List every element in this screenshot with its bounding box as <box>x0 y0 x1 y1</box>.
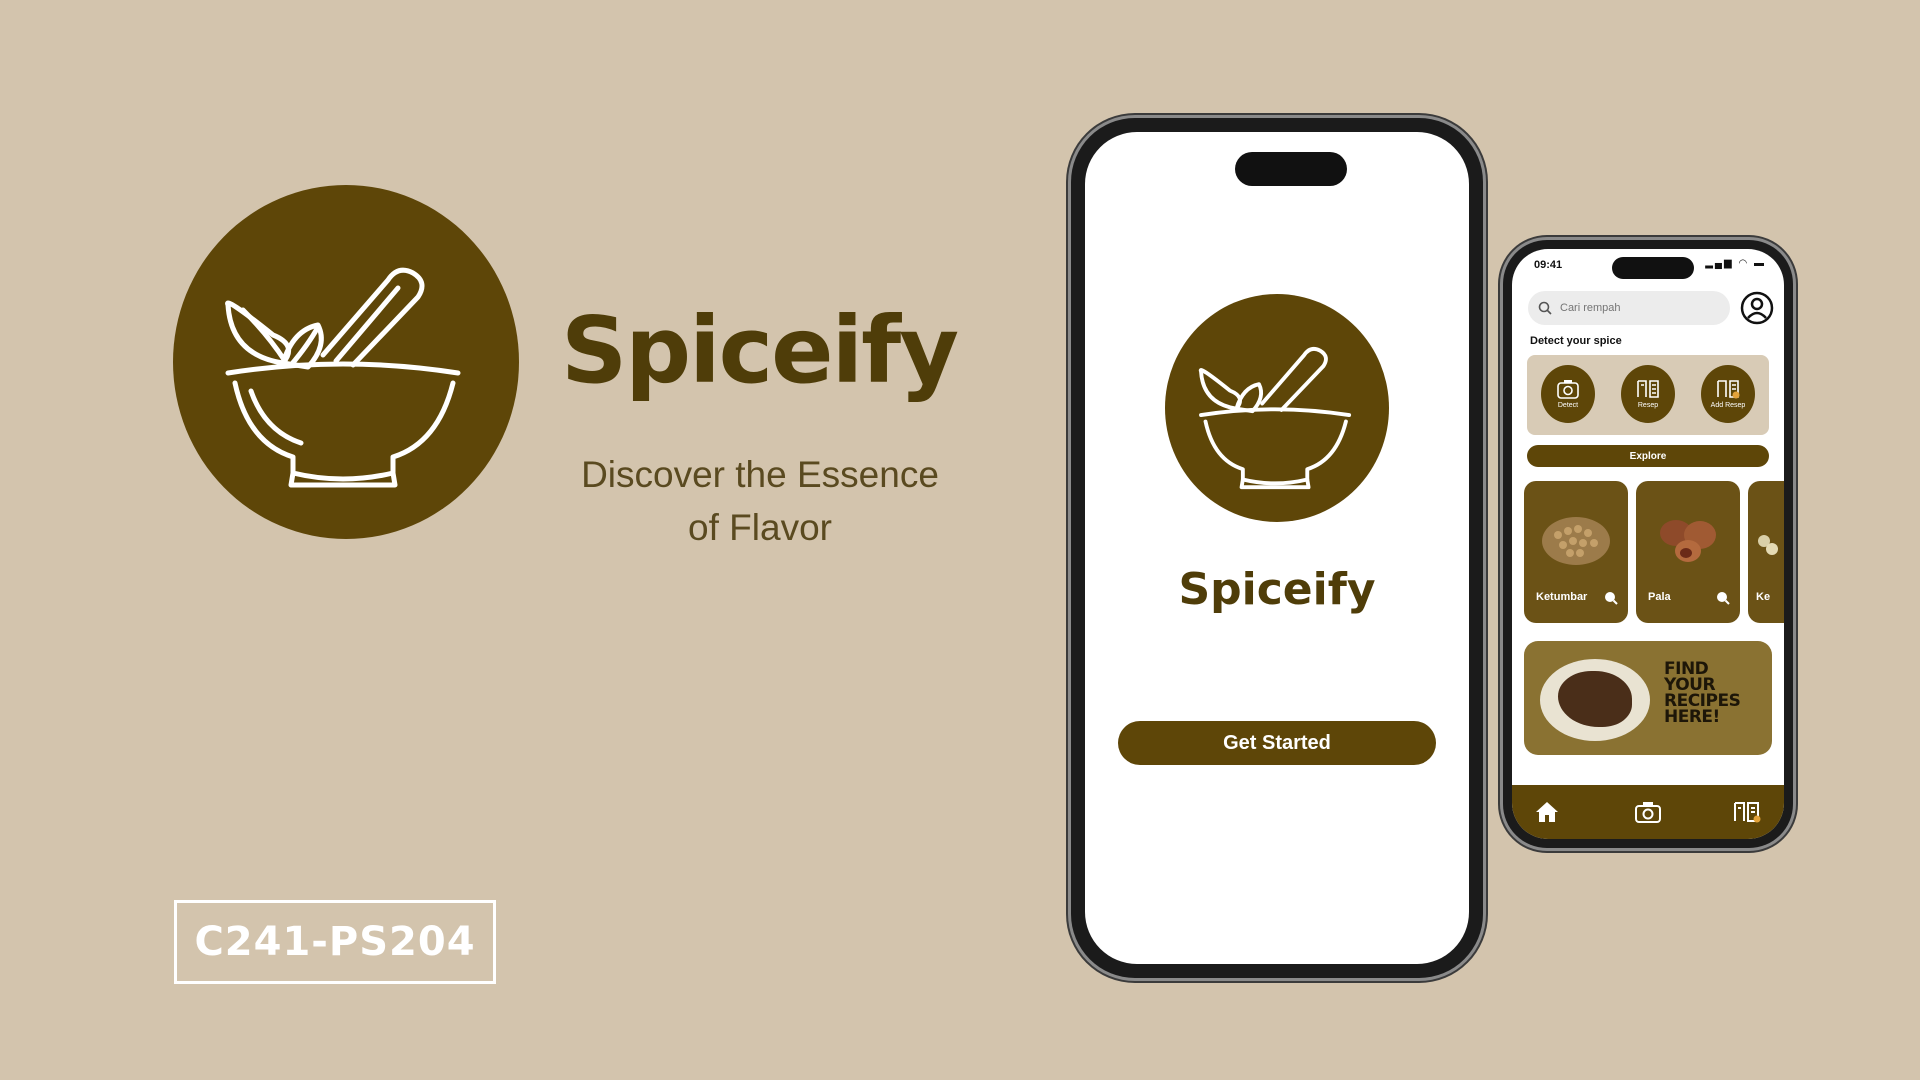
get-started-button[interactable]: Get Started <box>1118 721 1436 765</box>
tagline-line-2: of Flavor <box>688 507 832 548</box>
recipe-banner-text: FIND YOUR RECIPES HERE! <box>1664 661 1741 727</box>
spice-card[interactable]: Ke <box>1748 481 1784 623</box>
candlenut-image <box>1758 535 1778 555</box>
team-code-badge: C241-PS204 <box>174 900 496 984</box>
camera-icon <box>1635 802 1661 823</box>
phone-mockup-splash: Spiceify Get Started <box>1071 118 1483 978</box>
home-screen: 09:41 ▂▄▆ ◠ ▬ Detect your spice <box>1512 249 1784 839</box>
recipe-banner-line: HERE! <box>1664 707 1720 727</box>
signal-icon: ▂▄▆ <box>1705 258 1734 269</box>
magnifier-icon[interactable] <box>1716 591 1730 605</box>
magnifier-icon[interactable] <box>1604 591 1618 605</box>
team-code-text: C241-PS204 <box>194 919 476 965</box>
recipe-banner[interactable]: FIND YOUR RECIPES HERE! <box>1524 641 1772 755</box>
recipe-book-icon <box>1734 802 1761 823</box>
action-panel: Detect Resep Add Resep <box>1527 355 1769 435</box>
splash-screen: Spiceify Get Started <box>1085 132 1469 964</box>
coriander-image <box>1542 517 1610 565</box>
bottom-nav <box>1512 785 1784 839</box>
nutmeg-image <box>1660 520 1716 562</box>
detect-section-label: Detect your spice <box>1530 335 1622 347</box>
nav-home[interactable] <box>1530 795 1564 829</box>
spice-card[interactable]: Ketumbar <box>1524 481 1628 623</box>
detect-button-label: Detect <box>1557 402 1579 409</box>
phone-mockup-home: 09:41 ▂▄▆ ◠ ▬ Detect your spice <box>1503 240 1793 848</box>
search-bar[interactable] <box>1528 291 1730 325</box>
spice-name: Ke <box>1756 591 1771 603</box>
dynamic-island <box>1612 257 1694 279</box>
home-icon <box>1536 802 1558 822</box>
spice-card[interactable]: Pala <box>1636 481 1740 623</box>
battery-icon: ▬ <box>1754 258 1766 269</box>
mortar-pestle-icon <box>225 267 461 488</box>
wifi-icon: ◠ <box>1738 258 1750 269</box>
brand-title: Spiceify <box>561 297 959 404</box>
search-input[interactable] <box>1558 301 1712 315</box>
spice-name: Pala <box>1648 591 1671 603</box>
profile-icon[interactable] <box>1740 291 1774 325</box>
spice-name: Ketumbar <box>1536 591 1588 603</box>
detect-button[interactable]: Detect <box>1541 365 1595 423</box>
splash-title: Spiceify <box>1178 564 1376 615</box>
search-icon <box>1538 301 1552 315</box>
nav-recipes[interactable] <box>1730 795 1764 829</box>
resep-button[interactable]: Resep <box>1621 365 1675 423</box>
explore-button[interactable]: Explore <box>1527 445 1769 467</box>
resep-button-label: Resep <box>1637 402 1659 409</box>
camera-icon <box>1557 380 1579 399</box>
tagline-line-1: Discover the Essence <box>581 454 939 495</box>
add-resep-button-label: Add Resep <box>1710 402 1746 409</box>
status-time: 09:41 <box>1534 259 1563 271</box>
mortar-pestle-icon <box>1198 346 1352 490</box>
brand-logo <box>173 185 519 539</box>
recipe-book-icon <box>1637 380 1659 398</box>
nav-camera[interactable] <box>1631 795 1665 829</box>
status-icons: ▂▄▆ ◠ ▬ <box>1705 258 1766 269</box>
dynamic-island <box>1235 152 1347 186</box>
add-resep-button[interactable]: Add Resep <box>1701 365 1755 423</box>
splash-logo <box>1165 294 1389 522</box>
tagline: Discover the Essence of Flavor <box>540 448 980 554</box>
add-recipe-icon <box>1717 380 1740 399</box>
